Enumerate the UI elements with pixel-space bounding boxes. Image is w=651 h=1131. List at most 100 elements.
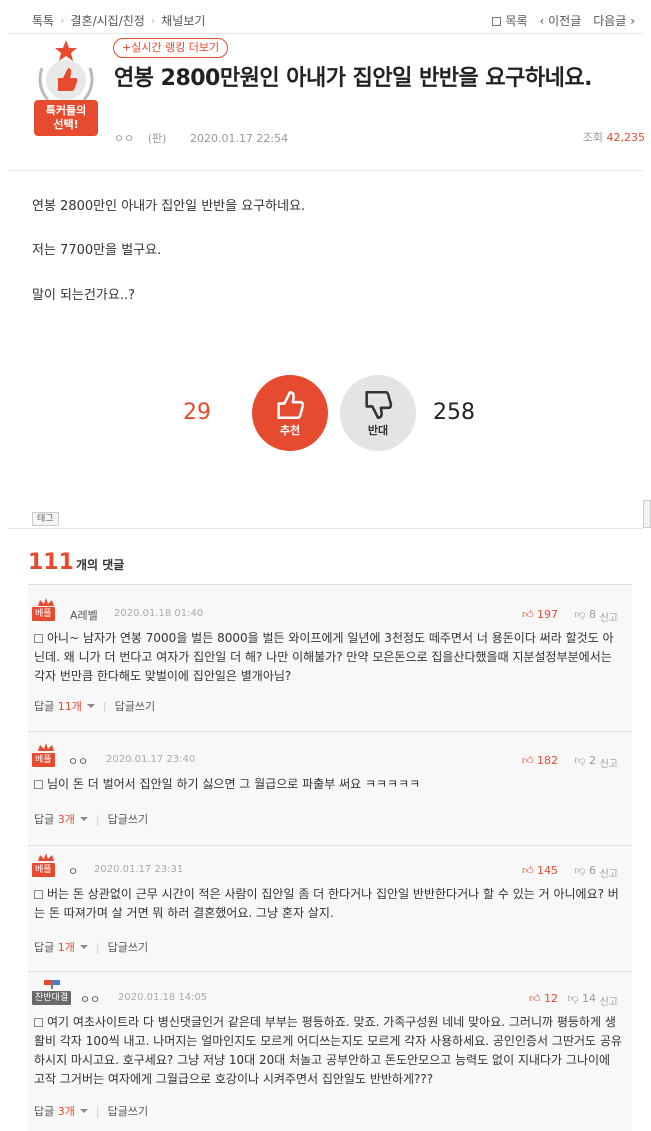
thumbs-down-icon: 👎︎ bbox=[574, 608, 586, 621]
comment-date: 2020.01.17 23:31 bbox=[94, 864, 184, 875]
crown-icon bbox=[38, 598, 54, 606]
divider bbox=[8, 170, 643, 171]
comment-footer: 답글 11개 | 답글쓰기 bbox=[34, 698, 156, 714]
thumbs-down-icon bbox=[365, 390, 393, 420]
comment-date: 2020.01.17 23:40 bbox=[106, 754, 196, 765]
comment-dislike-button[interactable]: 👎︎ 6 bbox=[574, 864, 596, 877]
comment-date: 2020.01.18 14:05 bbox=[118, 992, 208, 1003]
chevron-right-icon: › bbox=[60, 14, 65, 27]
thumbs-down-icon: 👎︎ bbox=[574, 864, 586, 877]
list-button[interactable]: 목록 bbox=[492, 12, 528, 29]
breadcrumb-item-talk[interactable]: 톡톡 bbox=[32, 12, 54, 29]
write-reply-button[interactable]: 답글쓰기 bbox=[108, 1103, 148, 1119]
comment-text: 아니~ 남자가 연봉 7000을 벌든 8000을 벌든 와이프에게 일년에 3… bbox=[34, 631, 614, 683]
comment-author[interactable]: A레벨 bbox=[70, 607, 98, 623]
thumbs-down-icon: 👎︎ bbox=[567, 992, 579, 1005]
comment-like-button[interactable]: 👍︎ 182 bbox=[522, 754, 558, 767]
list-icon bbox=[492, 17, 502, 26]
chevron-down-icon bbox=[79, 945, 88, 949]
comment-dislike-button[interactable]: 👎︎ 2 bbox=[574, 754, 596, 767]
comment-like-button[interactable]: 👍︎ 197 bbox=[522, 608, 558, 621]
write-reply-button[interactable]: 답글쓰기 bbox=[108, 939, 148, 955]
tag-label: 태그 bbox=[32, 512, 59, 526]
comment-text: 님이 돈 더 벌어서 집안일 하기 싫으면 그 월급으로 파출부 써요 ㅋㅋㅋㅋ… bbox=[34, 775, 624, 794]
reply-toggle[interactable]: 답글 3개 bbox=[34, 1103, 75, 1119]
post-navigation: 목록 ‹ 이전글 다음글 › bbox=[492, 12, 635, 29]
divider bbox=[8, 33, 643, 34]
chevron-left-icon: ‹ bbox=[539, 14, 549, 28]
comment-icon bbox=[34, 890, 43, 899]
post-meta: ㅇㅇ (판) 2020.01.17 22:54 bbox=[114, 130, 298, 146]
write-reply-button[interactable]: 답글쓰기 bbox=[108, 811, 148, 827]
crown-icon bbox=[38, 853, 54, 861]
comment-icon bbox=[34, 1018, 43, 1027]
badge-line2: 선택! bbox=[53, 118, 79, 131]
flag-icon bbox=[44, 980, 60, 989]
thumbs-up-icon bbox=[277, 390, 305, 420]
best-badge: 베플 bbox=[32, 753, 55, 767]
best-badge: 베플 bbox=[32, 607, 55, 621]
scroll-handle[interactable] bbox=[643, 500, 651, 528]
chevron-down-icon bbox=[79, 1109, 88, 1113]
comment-list: 베플 A레벨 2020.01.18 01:40 👍︎ 197 👎︎ 8 신고 아… bbox=[28, 584, 632, 1131]
comment-item: 베플 ㅇ 2020.01.17 23:31 👍︎ 145 👎︎ 6 신고 버는 … bbox=[28, 847, 632, 975]
chevron-down-icon bbox=[86, 704, 95, 708]
post-body-line: 연봉 2800만인 아내가 집안일 반반을 요구하네요. bbox=[32, 199, 306, 214]
post-date: 2020.01.17 22:54 bbox=[189, 132, 289, 145]
divider bbox=[8, 528, 643, 529]
downvote-button[interactable]: 반대 bbox=[340, 375, 416, 451]
comment-item: 베플 ㅇㅇ 2020.01.17 23:40 👍︎ 182 👎︎ 2 신고 님이… bbox=[28, 737, 632, 855]
upvote-count: 29 bbox=[183, 400, 211, 425]
post-title: 연봉 2800만원인 아내가 집안일 반반을 요구하네요. bbox=[114, 66, 592, 91]
comment-footer: 답글 3개 | 답글쓰기 bbox=[34, 811, 149, 827]
reply-toggle[interactable]: 답글 3개 bbox=[34, 811, 75, 827]
prev-button[interactable]: ‹ 이전글 bbox=[540, 12, 582, 29]
badge-line1: 톡커들의 bbox=[45, 104, 87, 117]
thumbs-up-icon: 👍︎ bbox=[529, 992, 541, 1005]
post-body-line: 저는 7700만을 벌구요. bbox=[32, 243, 162, 258]
thumbs-up-icon: 👍︎ bbox=[522, 864, 534, 877]
comment-dislike-button[interactable]: 👎︎ 14 bbox=[567, 992, 596, 1005]
reply-toggle[interactable]: 답글 1개 bbox=[34, 939, 75, 955]
comment-dislike-button[interactable]: 👎︎ 8 bbox=[574, 608, 596, 621]
report-button[interactable]: 신고 bbox=[600, 993, 618, 1008]
chevron-right-icon: › bbox=[626, 14, 635, 28]
comment-count: 111 bbox=[28, 550, 74, 575]
comment-date: 2020.01.18 01:40 bbox=[114, 608, 204, 619]
view-count: 조회 42,235 bbox=[582, 131, 645, 144]
comment-text: 여기 여초사이트라 다 병신댓글인거 같은데 부부는 평등하죠. 맞죠. 가족구… bbox=[34, 1015, 622, 1086]
thumbs-up-icon: 👍︎ bbox=[522, 754, 534, 767]
upvote-button[interactable]: 추천 bbox=[252, 375, 328, 451]
comment-icon bbox=[34, 780, 43, 789]
report-button[interactable]: 신고 bbox=[600, 755, 618, 770]
comment-footer: 답글 1개 | 답글쓰기 bbox=[34, 939, 149, 955]
comment-author[interactable]: ㅇ bbox=[68, 863, 78, 879]
comments-header: 111 개의 댓글 bbox=[28, 550, 124, 575]
reply-toggle[interactable]: 답글 11개 bbox=[34, 698, 82, 714]
breadcrumb-item-category[interactable]: 결혼/시집/친정 bbox=[71, 12, 145, 29]
comment-author[interactable]: ㅇㅇ bbox=[80, 991, 100, 1007]
downvote-count: 258 bbox=[433, 400, 475, 425]
breadcrumb-item-channel[interactable]: 채널보기 bbox=[161, 12, 205, 29]
comment-text: 버는 돈 상관없이 근무 시간이 적은 사람이 집안일 좀 더 한다거나 집안일… bbox=[34, 887, 619, 920]
write-reply-button[interactable]: 답글쓰기 bbox=[115, 698, 155, 714]
comment-item: 베플 A레벨 2020.01.18 01:40 👍︎ 197 👎︎ 8 신고 아… bbox=[28, 585, 632, 737]
best-badge: 베플 bbox=[32, 863, 55, 877]
comment-author[interactable]: ㅇㅇ bbox=[68, 753, 88, 769]
breadcrumb: 톡톡 › 결혼/시집/친정 › 채널보기 bbox=[32, 12, 205, 29]
post-body-line: 말이 되는건가요..? bbox=[32, 288, 136, 303]
talkers-choice-badge: 톡커들의 선택! bbox=[30, 38, 102, 138]
chevron-right-icon: › bbox=[150, 14, 156, 27]
comment-like-button[interactable]: 👍︎ 12 bbox=[529, 992, 558, 1005]
thumbs-down-icon: 👎︎ bbox=[574, 754, 586, 767]
crown-icon bbox=[38, 743, 54, 751]
comment-icon bbox=[34, 634, 43, 643]
report-button[interactable]: 신고 bbox=[600, 609, 618, 624]
comment-like-button[interactable]: 👍︎ 145 bbox=[522, 864, 558, 877]
report-button[interactable]: 신고 bbox=[600, 865, 618, 880]
next-button[interactable]: 다음글 › bbox=[593, 12, 635, 29]
comment-count-label: 개의 댓글 bbox=[75, 558, 125, 572]
versus-badge: 찬반대결 bbox=[32, 991, 72, 1005]
thumbs-up-icon: 👍︎ bbox=[522, 608, 534, 621]
realtime-ranking-button[interactable]: +실시간 랭킹 더보기 bbox=[113, 38, 229, 58]
